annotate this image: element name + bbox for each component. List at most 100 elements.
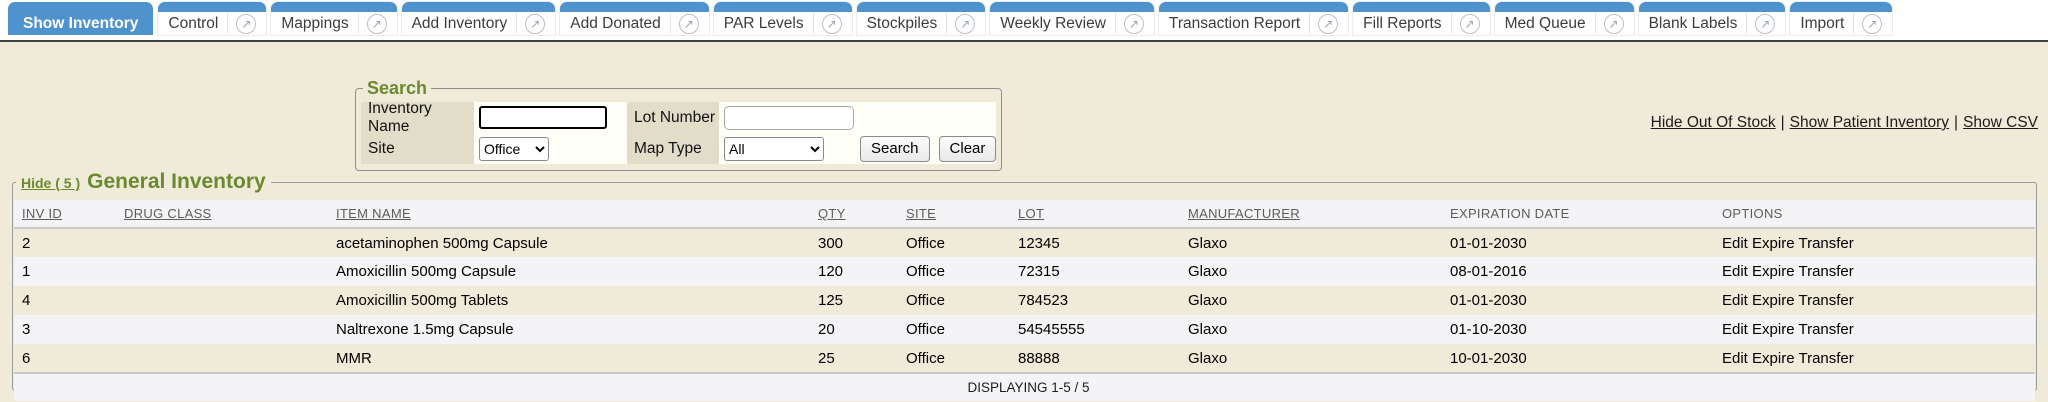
action-edit[interactable]: Edit — [1722, 350, 1748, 367]
tab-import[interactable]: Import↗ — [1790, 2, 1892, 35]
lot-number-label: Lot Number — [627, 102, 719, 133]
tab-divider — [813, 13, 814, 34]
search-row-1: Inventory Name Lot Number — [361, 102, 996, 133]
tab-divider — [1746, 13, 1747, 34]
action-expire[interactable]: Expire — [1752, 235, 1795, 252]
cell-options: Edit Expire Transfer — [1722, 228, 2035, 257]
column-header-manufacturer[interactable]: MANUFACTURER — [1188, 200, 1450, 228]
tab-stockpiles[interactable]: Stockpiles ↗ — [857, 2, 986, 35]
show-csv-link[interactable]: Show CSV — [1963, 114, 2038, 131]
cell-drug-class — [124, 344, 336, 373]
lot-number-input[interactable] — [724, 106, 854, 130]
tab-label: Med Queue — [1505, 15, 1586, 33]
open-in-new-icon[interactable]: ↗ — [822, 14, 842, 34]
action-expire[interactable]: Expire — [1752, 292, 1795, 309]
open-in-new-icon[interactable]: ↗ — [1318, 14, 1338, 34]
tab-show-inventory[interactable]: Show Inventory — [8, 2, 153, 35]
action-expire[interactable]: Expire — [1752, 321, 1795, 338]
action-transfer[interactable]: Transfer — [1798, 235, 1853, 252]
cell-options: Edit Expire Transfer — [1722, 286, 2035, 315]
tab-top-accent — [1353, 2, 1489, 12]
cell-inv-id: 3 — [14, 315, 124, 344]
tab-med-queue[interactable]: Med Queue ↗ — [1495, 2, 1634, 35]
column-header-item-name[interactable]: ITEM NAME — [336, 200, 818, 228]
open-in-new-icon[interactable]: ↗ — [1604, 14, 1624, 34]
hide-out-of-stock-link[interactable]: Hide Out Of Stock — [1651, 114, 1776, 131]
open-in-new-icon[interactable]: ↗ — [1460, 14, 1480, 34]
tab-divider — [358, 13, 359, 34]
general-inventory-panel: Hide ( 5 ) General Inventory INV IDDRUG … — [12, 170, 2037, 391]
tab-label: Control — [168, 15, 218, 33]
show-patient-inventory-link[interactable]: Show Patient Inventory — [1790, 114, 1949, 131]
cell-manufacturer: Glaxo — [1188, 315, 1450, 344]
tab-mappings[interactable]: Mappings↗ — [271, 2, 396, 35]
action-transfer[interactable]: Transfer — [1798, 321, 1853, 338]
action-transfer[interactable]: Transfer — [1798, 263, 1853, 280]
tab-top-accent — [271, 2, 396, 12]
action-edit[interactable]: Edit — [1722, 292, 1748, 309]
cell-qty: 20 — [818, 315, 906, 344]
map-type-select[interactable]: All — [724, 137, 824, 161]
action-edit[interactable]: Edit — [1722, 321, 1748, 338]
tab-transaction-report[interactable]: Transaction Report ↗ — [1159, 2, 1348, 35]
search-button[interactable]: Search — [860, 136, 930, 162]
action-expire[interactable]: Expire — [1752, 263, 1795, 280]
open-in-new-icon[interactable]: ↗ — [679, 14, 699, 34]
tab-label: PAR Levels — [724, 15, 804, 33]
action-edit[interactable]: Edit — [1722, 263, 1748, 280]
table-row: 3Naltrexone 1.5mg Capsule20Office5454555… — [14, 315, 2035, 344]
hide-count-link[interactable]: Hide ( 5 ) — [21, 175, 80, 191]
cell-inv-id: 2 — [14, 228, 124, 257]
column-header-qty[interactable]: QTY — [818, 200, 906, 228]
cell-manufacturer: Glaxo — [1188, 228, 1450, 257]
clear-button[interactable]: Clear — [939, 136, 997, 162]
tab-label: Weekly Review — [1000, 15, 1106, 33]
cell-manufacturer: Glaxo — [1188, 344, 1450, 373]
tab-add-inventory[interactable]: Add Inventory↗ — [402, 2, 556, 35]
site-label: Site — [361, 133, 474, 164]
open-in-new-icon[interactable]: ↗ — [236, 14, 256, 34]
open-in-new-icon[interactable]: ↗ — [1862, 14, 1882, 34]
action-expire[interactable]: Expire — [1752, 350, 1795, 367]
tab-weekly-review[interactable]: Weekly Review ↗ — [990, 2, 1154, 35]
column-header-site[interactable]: SITE — [906, 200, 1018, 228]
column-header-inv-id[interactable]: INV ID — [14, 200, 124, 228]
tab-control[interactable]: Control ↗ — [158, 2, 266, 35]
action-edit[interactable]: Edit — [1722, 235, 1748, 252]
tab-label: Stockpiles — [867, 15, 938, 33]
tab-par-levels[interactable]: PAR Levels ↗ — [714, 2, 852, 35]
cell-expiration-date: 10-01-2030 — [1450, 344, 1722, 373]
column-header-drug-class[interactable]: DRUG CLASS — [124, 200, 336, 228]
open-in-new-icon[interactable]: ↗ — [1124, 14, 1144, 34]
cell-site: Office — [906, 344, 1018, 373]
inventory-table: INV IDDRUG CLASSITEM NAMEQTYSITELOTMANUF… — [14, 200, 2035, 401]
tab-label: Transaction Report — [1169, 15, 1300, 33]
tab-top-accent — [560, 2, 709, 12]
search-panel: Search Inventory Name Lot Number Site Of… — [355, 78, 1002, 171]
open-in-new-icon[interactable]: ↗ — [1755, 14, 1775, 34]
cell-qty: 25 — [818, 344, 906, 373]
cell-expiration-date: 08-01-2016 — [1450, 257, 1722, 286]
table-footer-row: DISPLAYING 1-5 / 5 — [14, 373, 2035, 401]
tab-fill-reports[interactable]: Fill Reports↗ — [1353, 2, 1489, 35]
cell-options: Edit Expire Transfer — [1722, 344, 2035, 373]
site-select[interactable]: Office — [479, 137, 549, 161]
tab-divider — [516, 13, 517, 34]
tab-divider — [227, 13, 228, 34]
tab-divider — [1595, 13, 1596, 34]
column-header-lot[interactable]: LOT — [1018, 200, 1188, 228]
paging-status: DISPLAYING 1-5 / 5 — [14, 373, 2035, 401]
tab-add-donated[interactable]: Add Donated↗ — [560, 2, 709, 35]
cell-expiration-date: 01-01-2030 — [1450, 228, 1722, 257]
tab-blank-labels[interactable]: Blank Labels↗ — [1639, 2, 1786, 35]
open-in-new-icon[interactable]: ↗ — [367, 14, 387, 34]
inventory-name-input[interactable] — [479, 106, 607, 129]
cell-qty: 120 — [818, 257, 906, 286]
open-in-new-icon[interactable]: ↗ — [525, 14, 545, 34]
action-transfer[interactable]: Transfer — [1798, 350, 1853, 367]
action-transfer[interactable]: Transfer — [1798, 292, 1853, 309]
open-in-new-icon[interactable]: ↗ — [955, 14, 975, 34]
table-row: 2acetaminophen 500mg Capsule300Office123… — [14, 228, 2035, 257]
tab-top-accent — [857, 2, 986, 12]
cell-lot: 72315 — [1018, 257, 1188, 286]
